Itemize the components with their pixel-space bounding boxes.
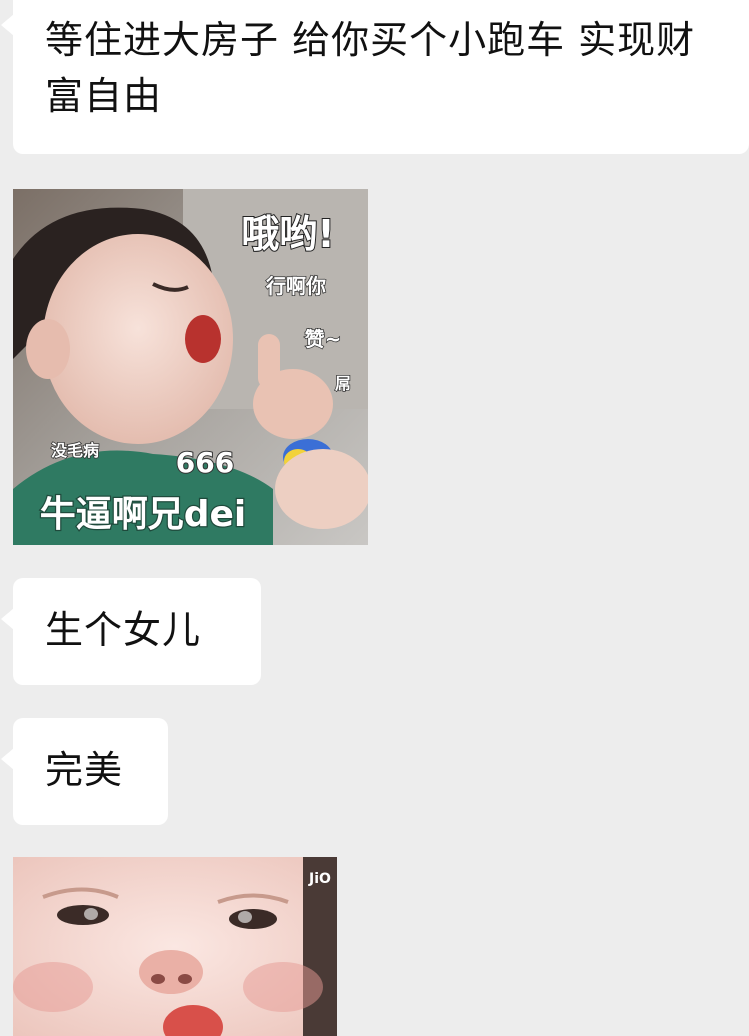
message-bubble[interactable]: 生个女儿 [1,578,261,685]
message-text: 完美 [45,748,124,792]
message-bubble[interactable]: 等住进大房子 给你买个小跑车 实现财富自由 [1,0,749,154]
message-text: 等住进大房子 给你买个小跑车 实现财富自由 [45,18,696,118]
caption-line3: 屌 [335,374,351,393]
message-bubble[interactable]: 完美 [1,718,168,825]
sticker-drawing: 哦哟! 行啊你 赞~ 屌 没毛病 666 牛逼啊兄dei [13,189,368,545]
caption-line1: 行啊你 [265,274,326,298]
caption-number: 666 [176,446,234,479]
message-text: 生个女儿 [45,608,202,652]
watermark-label: JiO [308,871,331,887]
sticker-image[interactable]: JiO [13,857,337,1036]
sticker-drawing: JiO [13,857,337,1036]
sticker-image[interactable]: 哦哟! 行啊你 赞~ 屌 没毛病 666 牛逼啊兄dei [13,189,368,545]
caption-side: 没毛病 [51,441,99,460]
chat-area: 等住进大房子 给你买个小跑车 实现财富自由 哦哟! 行啊你 赞~ 屌 没毛病 6… [0,0,749,1036]
caption-bottom: 牛逼啊兄dei [40,494,247,535]
caption-line2: 赞~ [304,327,342,351]
caption-headline: 哦哟! [241,212,334,256]
